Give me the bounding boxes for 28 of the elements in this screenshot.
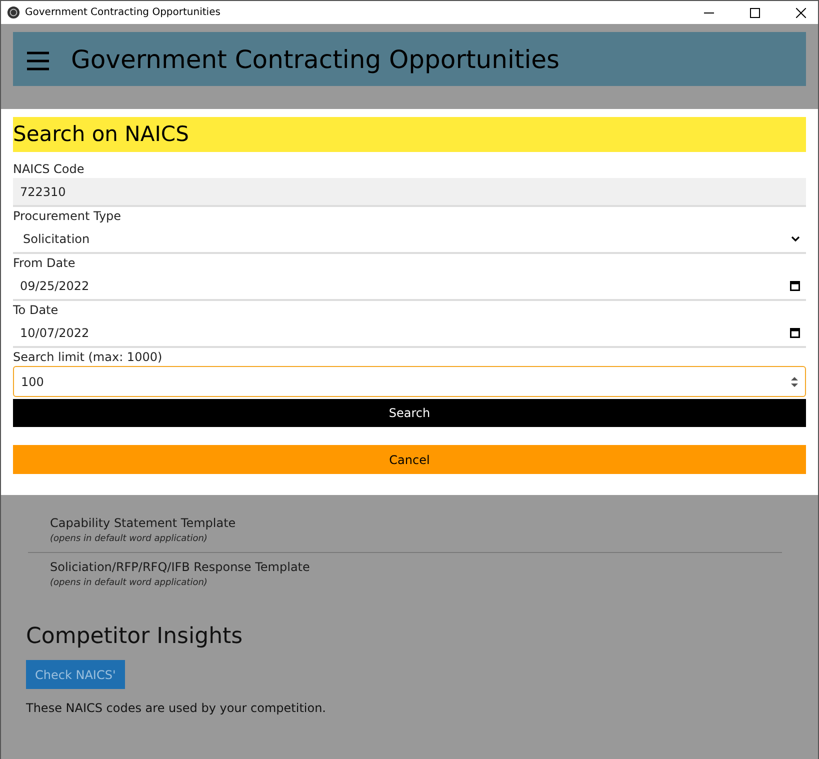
calendar-icon[interactable] [790, 328, 800, 338]
date-field[interactable]: 09/25/2022 [13, 272, 806, 301]
field-label: NAICS Code [13, 161, 86, 178]
cancel-button[interactable]: Cancel [13, 445, 806, 474]
app-title: Government Contracting Opportunities [71, 44, 560, 74]
dialog-title: Search on NAICS [13, 117, 806, 152]
field-label: Procurement Type [13, 208, 122, 225]
note-text: (opens in default word application) [50, 577, 208, 590]
field-label: From Date [13, 255, 76, 272]
window-title: Government Contracting Opportunities [25, 7, 222, 18]
dropdown[interactable]: Solicitation [13, 225, 806, 254]
menu-icon[interactable] [27, 51, 49, 71]
app-icon [7, 6, 20, 19]
date-field[interactable]: 10/07/2022 [13, 319, 806, 348]
number-field[interactable]: 100 [13, 366, 806, 397]
document-link[interactable]: Capability Statement Template [50, 515, 782, 532]
search-button[interactable]: Search [13, 399, 806, 427]
calendar-icon[interactable] [790, 280, 800, 290]
description-text: These NAICS codes are used by your competition. [26, 701, 327, 715]
section-heading: Competitor Insights [26, 623, 244, 651]
field-label: Search limit (max: 1000) [13, 349, 164, 366]
spinner-icon[interactable] [790, 374, 799, 388]
note-text: (opens in default word application) [50, 533, 208, 546]
maximize-icon[interactable] [750, 8, 760, 18]
close-icon[interactable] [796, 8, 806, 18]
document-link[interactable]: Soliciation/RFP/RFQ/IFB Response Template [50, 559, 782, 576]
field-label: To Date [13, 302, 60, 319]
chevron-down-icon [791, 236, 800, 242]
